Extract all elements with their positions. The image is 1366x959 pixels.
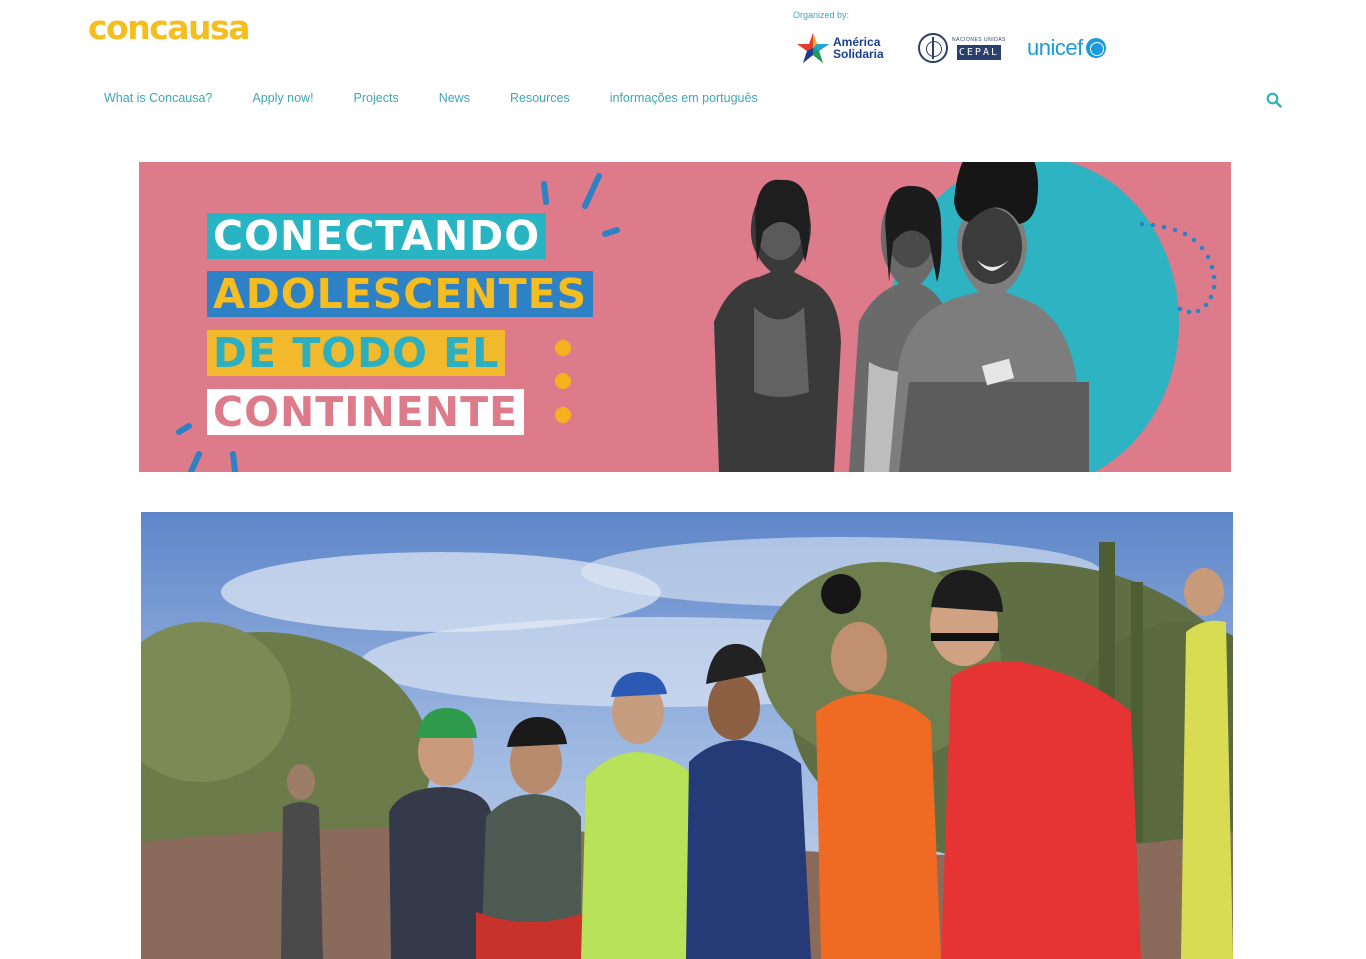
nav-apply-now[interactable]: Apply now! [232,91,333,105]
unicef-logo[interactable]: unicef [1027,32,1106,64]
banner-people-photo [714,162,1089,472]
america-solidaria-line2: Solidaria [833,47,884,61]
concausa-logo[interactable]: concausa [88,8,250,47]
nav-portuguese-info[interactable]: informações em português [590,91,778,105]
cepal-box-text: CEPAL [956,44,1001,60]
america-solidaria-logo[interactable]: América Solidaria [796,32,884,64]
un-emblem-icon [918,33,948,63]
headline-line-1: CONECTANDO [207,213,547,260]
nav-what-is-concausa[interactable]: What is Concausa? [84,91,232,105]
headline-line-4: CONTINENTE [207,389,525,436]
nav-projects[interactable]: Projects [334,91,419,105]
search-icon[interactable] [1266,92,1282,108]
nav-resources[interactable]: Resources [490,91,590,105]
nav-news[interactable]: News [419,91,490,105]
headline-line-2: ADOLESCENTES [207,271,594,318]
star-logo-icon [797,33,829,63]
hero-banner: CONECTANDO ADOLESCENTES DE TODO EL CONTI… [139,162,1231,472]
unicef-emblem-icon [1085,38,1106,58]
cepal-small-text: NACIONES UNIDAS [952,36,1006,43]
unicef-text: unicef [1027,35,1083,60]
cepal-logo[interactable]: NACIONES UNIDAS CEPAL [918,32,1006,64]
group-photo [141,512,1233,959]
main-nav: What is Concausa? Apply now! Projects Ne… [84,91,778,105]
organized-by-label: Organized by: [793,10,850,20]
headline-line-3: DE TODO EL [207,330,506,377]
